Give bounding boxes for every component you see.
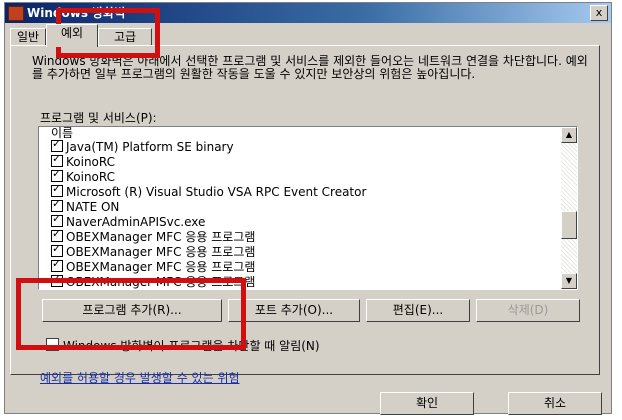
item-checkbox[interactable] bbox=[51, 243, 63, 257]
delete-button[interactable]: 삭제(D) bbox=[476, 299, 580, 322]
scroll-down-icon[interactable]: ▼ bbox=[561, 273, 577, 289]
item-checkbox[interactable] bbox=[51, 198, 63, 212]
scroll-thumb[interactable] bbox=[561, 211, 577, 239]
list-item[interactable]: Java(TM) Platform SE binary bbox=[51, 138, 234, 155]
list-scrollbar[interactable]: ▲ ▼ bbox=[561, 127, 577, 289]
programs-label: 프로그램 및 서비스(P): bbox=[40, 111, 157, 125]
edit-button[interactable]: 편집(E)... bbox=[366, 299, 470, 322]
tab-general[interactable]: 일반 bbox=[10, 28, 46, 46]
item-checkbox[interactable] bbox=[51, 168, 63, 182]
close-button[interactable]: x bbox=[590, 5, 608, 21]
item-checkbox[interactable] bbox=[51, 228, 63, 242]
programs-list[interactable]: 이름 Java(TM) Platform SE binary KoinoRC K… bbox=[38, 126, 578, 290]
add-port-button[interactable]: 포트 추가(O)... bbox=[228, 299, 360, 322]
firewall-app-icon bbox=[8, 6, 24, 21]
list-item[interactable]: OBEXManager MFC 응용 프로그램 bbox=[51, 243, 255, 260]
item-checkbox[interactable] bbox=[51, 183, 63, 197]
list-item[interactable]: NATE ON bbox=[51, 198, 119, 215]
item-checkbox[interactable] bbox=[51, 153, 63, 167]
list-item[interactable]: OBEXManager MFC 응용 프로그램 bbox=[51, 228, 255, 245]
item-checkbox[interactable] bbox=[51, 213, 63, 227]
list-item[interactable]: Microsoft (R) Visual Studio VSA RPC Even… bbox=[51, 183, 366, 200]
item-checkbox[interactable] bbox=[51, 138, 63, 152]
scroll-up-icon[interactable]: ▲ bbox=[561, 127, 577, 143]
exception-risk-link[interactable]: 예외를 허용할 경우 발생할 수 있는 위험 bbox=[40, 369, 240, 386]
list-item[interactable]: OBEXManager MFC 응용 프로그램 bbox=[51, 258, 255, 275]
tab-exceptions[interactable]: 예외 bbox=[46, 24, 98, 47]
description-text: Windows 방화벽은 아래에서 선택한 프로그램 및 서비스를 제외한 들어… bbox=[32, 54, 588, 81]
cancel-button[interactable]: 취소 bbox=[508, 392, 602, 415]
item-checkbox[interactable] bbox=[51, 258, 63, 272]
highlight-box-add-program bbox=[16, 278, 246, 350]
list-item[interactable]: NaverAdminAPISvc.exe bbox=[51, 213, 205, 230]
ok-button[interactable]: 확인 bbox=[380, 392, 474, 415]
